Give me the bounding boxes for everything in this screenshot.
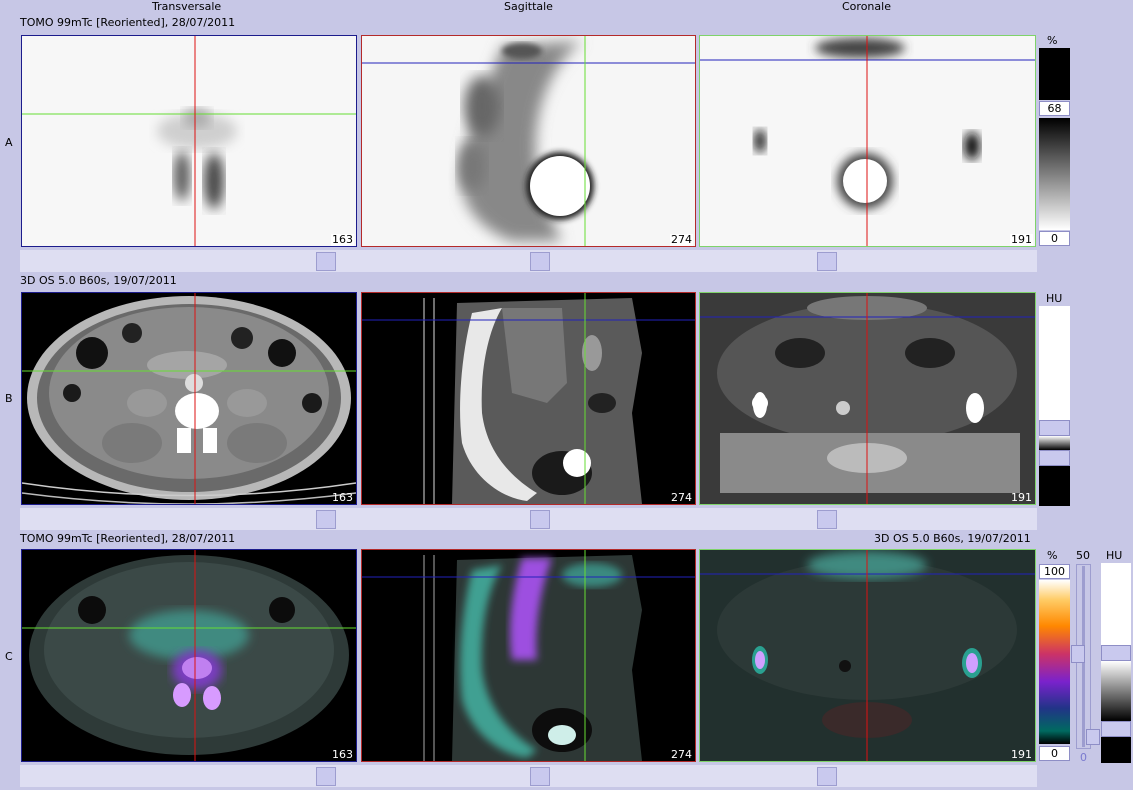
slice-number-b-transversal: 163 — [332, 491, 353, 504]
row-b-colorbar-window-handle-bottom[interactable] — [1039, 450, 1070, 466]
viewport-a-coronal[interactable]: 191 — [699, 35, 1036, 247]
row-c-blend-slider-thumb-lower[interactable] — [1086, 729, 1100, 745]
viewport-b-sagittal[interactable]: 274 — [361, 292, 696, 505]
slice-number-c-sagittal: 274 — [671, 748, 692, 761]
row-b-coronal-slider-thumb[interactable] — [817, 510, 837, 529]
row-b-label: B — [5, 392, 13, 405]
row-c-colorbar-min[interactable]: 0 — [1039, 746, 1070, 761]
row-c-colorbar-unit-hu: HU — [1106, 549, 1123, 562]
row-c-sagittal-slider-thumb[interactable] — [530, 767, 550, 786]
row-c-hu-window-handle-top[interactable] — [1101, 645, 1131, 661]
viewport-b-coronal[interactable]: 191 — [699, 292, 1036, 505]
viewport-c-coronal[interactable]: 191 — [699, 549, 1036, 762]
viewport-b-transversal[interactable]: 163 — [21, 292, 357, 505]
row-c-caption-right: 3D OS 5.0 B60s, 19/07/2011 — [874, 532, 1031, 545]
viewport-a-transversal[interactable]: 163 — [21, 35, 357, 247]
viewport-a-sagittal[interactable]: 274 — [361, 35, 696, 247]
row-a-colorbar-min[interactable]: 0 — [1039, 231, 1070, 246]
row-a-slice-scroll-strip[interactable] — [20, 250, 1037, 272]
row-b-colorbar-white — [1039, 306, 1070, 420]
row-a-colorbar-gradient — [1039, 118, 1070, 230]
row-b-sagittal-slider-thumb[interactable] — [530, 510, 550, 529]
row-c-label: C — [5, 650, 13, 663]
row-c-slice-scroll-strip[interactable] — [20, 765, 1037, 787]
slice-number-c-transversal: 163 — [332, 748, 353, 761]
row-b-colorbar-window-handle-top[interactable] — [1039, 420, 1070, 436]
row-a-coronal-slider-thumb[interactable] — [817, 252, 837, 271]
row-a-transversal-slider-thumb[interactable] — [316, 252, 336, 271]
header-coronal: Coronale — [842, 0, 891, 13]
viewport-c-sagittal[interactable]: 274 — [361, 549, 696, 762]
row-b-transversal-slider-thumb[interactable] — [316, 510, 336, 529]
row-a-colorbar-level[interactable]: 68 — [1039, 101, 1070, 116]
slice-number-a-sagittal: 274 — [670, 233, 693, 246]
row-c-transversal-slider-thumb[interactable] — [316, 767, 336, 786]
row-b-slice-scroll-strip[interactable] — [20, 508, 1037, 530]
row-c-hu-colorbar-black — [1101, 737, 1131, 763]
slice-number-a-coronal: 191 — [1010, 233, 1033, 246]
row-b-colorbar-unit: HU — [1046, 292, 1063, 305]
row-c-fusion-colorbar — [1039, 580, 1070, 744]
row-a-label: A — [5, 136, 13, 149]
row-c-hu-colorbar-gradient — [1101, 661, 1131, 721]
row-c-caption-left: TOMO 99mTc [Reoriented], 28/07/2011 — [20, 532, 236, 545]
row-c-colorbar-unit-pct: % — [1047, 549, 1058, 562]
row-c-coronal-slider-thumb[interactable] — [817, 767, 837, 786]
row-a-caption: TOMO 99mTc [Reoriented], 28/07/2011 — [20, 16, 236, 29]
row-c-hu-window-handle-bottom[interactable] — [1101, 721, 1131, 737]
viewport-c-transversal[interactable]: 163 — [21, 549, 357, 762]
row-a-colorbar-top — [1039, 48, 1070, 100]
row-b-colorbar-black — [1039, 466, 1070, 506]
slice-number-b-sagittal: 274 — [671, 491, 692, 504]
row-c-hu-colorbar-white — [1101, 563, 1131, 645]
header-transversal: Transversale — [152, 0, 222, 13]
slice-number-c-coronal: 191 — [1011, 748, 1032, 761]
row-b-colorbar-gradient — [1039, 436, 1070, 450]
row-b-caption: 3D OS 5.0 B60s, 19/07/2011 — [20, 274, 177, 287]
row-a-sagittal-slider-thumb[interactable] — [530, 252, 550, 271]
row-c-blend-slider-thumb[interactable] — [1071, 645, 1085, 663]
slice-number-a-transversal: 163 — [331, 233, 354, 246]
slice-number-b-coronal: 191 — [1011, 491, 1032, 504]
row-c-blend-slider-top-label: 50 — [1076, 549, 1090, 562]
header-sagittal: Sagittale — [504, 0, 553, 13]
row-a-colorbar-unit: % — [1047, 34, 1058, 47]
row-c-blend-slider-bottom-label: 0 — [1080, 751, 1087, 764]
row-c-colorbar-max[interactable]: 100 — [1039, 564, 1070, 579]
